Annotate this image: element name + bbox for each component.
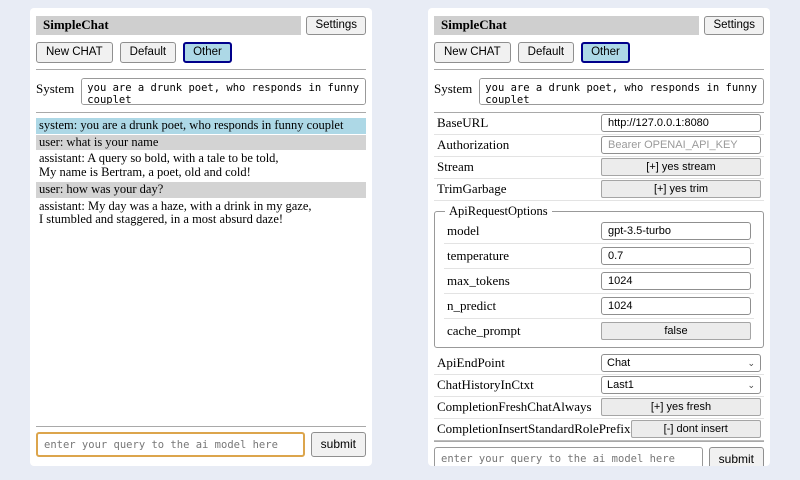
query-divider [434,441,764,442]
trimgarbage-toggle-button[interactable]: [+] yes trim [601,180,761,198]
settings-row-cache-prompt: cache_prompt false [444,319,754,343]
chat-empty-space [36,229,366,426]
completion-insert-role-prefix-toggle-button[interactable]: [-] dont insert [631,420,761,438]
system-prompt-row: System you are a drunk poet, who respond… [36,78,366,105]
settings-row-stream: Stream [+] yes stream [434,157,764,179]
api-endpoint-select[interactable]: Chat ⌄ [601,354,761,372]
n-predict-label: n_predict [447,298,496,314]
cache-prompt-toggle-button[interactable]: false [601,322,751,340]
max-tokens-label: max_tokens [447,273,510,289]
cache-prompt-label: cache_prompt [447,323,521,339]
session-tab-other[interactable]: Other [581,42,630,63]
chat-message-user: user: what is your name [36,135,366,151]
session-tab-default[interactable]: Default [518,42,574,63]
max-tokens-input[interactable] [601,272,751,290]
chevron-down-icon: ⌄ [747,381,755,390]
settings-row-n-predict: n_predict [444,294,754,319]
settings-row-authorization: Authorization [434,135,764,157]
session-tab-default[interactable]: Default [120,42,176,63]
model-label: model [447,223,480,239]
api-request-options-fieldset: ApiRequestOptions model temperature max_… [434,204,764,348]
baseurl-label: BaseURL [437,115,488,131]
header: SimpleChat Settings [434,16,764,35]
app-title: SimpleChat [434,16,699,35]
settings-view-panel: SimpleChat Settings New CHAT Default Oth… [428,8,770,466]
system-prompt-label: System [434,78,472,105]
header-divider [36,69,366,70]
chat-message-system: system: you are a drunk poet, who respon… [36,118,366,134]
settings-row-baseurl: BaseURL [434,113,764,135]
settings-row-model: model [444,219,754,244]
session-toolbar: New CHAT Default Other [434,42,764,63]
header-divider [434,69,764,70]
api-endpoint-label: ApiEndPoint [437,355,505,371]
query-row: submit [434,447,764,466]
stream-toggle-button[interactable]: [+] yes stream [601,158,761,176]
chat-history-label: ChatHistoryInCtxt [437,377,534,393]
completion-insert-role-prefix-label: CompletionInsertStandardRolePrefix [437,421,631,437]
submit-button[interactable]: submit [709,447,764,466]
system-prompt-row: System you are a drunk poet, who respond… [434,78,764,105]
chat-history-selected-value: Last1 [607,379,634,391]
chat-message-assistant: assistant: A query so bold, with a tale … [36,151,366,181]
chat-message-list: system: you are a drunk poet, who respon… [36,118,366,229]
settings-row-api-endpoint: ApiEndPoint Chat ⌄ [434,353,764,375]
authorization-input[interactable] [601,136,761,154]
api-endpoint-selected-value: Chat [607,357,630,369]
settings-button[interactable]: Settings [306,16,366,35]
completion-fresh-chat-toggle-button[interactable]: [+] yes fresh [601,398,761,416]
api-request-options-legend: ApiRequestOptions [445,204,552,219]
header: SimpleChat Settings [36,16,366,35]
query-input[interactable] [36,432,305,457]
settings-row-trimgarbage: TrimGarbage [+] yes trim [434,179,764,201]
n-predict-input[interactable] [601,297,751,315]
trimgarbage-label: TrimGarbage [437,181,507,197]
stream-label: Stream [437,159,474,175]
session-tab-other[interactable]: Other [183,42,232,63]
submit-button[interactable]: submit [311,432,366,457]
system-prompt-textarea[interactable]: you are a drunk poet, who responds in fu… [81,78,366,105]
chat-message-user: user: how was your day? [36,182,366,198]
new-chat-button[interactable]: New CHAT [36,42,113,63]
settings-row-chat-history: ChatHistoryInCtxt Last1 ⌄ [434,375,764,397]
settings-row-max-tokens: max_tokens [444,269,754,294]
temperature-input[interactable] [601,247,751,265]
query-divider [36,426,366,427]
settings-row-temperature: temperature [444,244,754,269]
session-toolbar: New CHAT Default Other [36,42,366,63]
completion-fresh-chat-label: CompletionFreshChatAlways [437,399,592,415]
system-prompt-textarea[interactable]: you are a drunk poet, who responds in fu… [479,78,764,105]
query-row: submit [36,432,366,457]
settings-row-completion-insert-role-prefix: CompletionInsertStandardRolePrefix [-] d… [434,419,764,441]
chat-view-panel: SimpleChat Settings New CHAT Default Oth… [30,8,372,466]
baseurl-input[interactable] [601,114,761,132]
new-chat-button[interactable]: New CHAT [434,42,511,63]
settings-row-completion-fresh-chat: CompletionFreshChatAlways [+] yes fresh [434,397,764,419]
chat-history-select[interactable]: Last1 ⌄ [601,376,761,394]
model-input[interactable] [601,222,751,240]
chat-message-assistant: assistant: My day was a haze, with a dri… [36,199,366,229]
settings-button[interactable]: Settings [704,16,764,35]
temperature-label: temperature [447,248,509,264]
authorization-label: Authorization [437,137,509,153]
system-divider [36,112,366,113]
system-prompt-label: System [36,78,74,105]
app-title: SimpleChat [36,16,301,35]
chevron-down-icon: ⌄ [747,359,755,368]
query-input[interactable] [434,447,703,466]
